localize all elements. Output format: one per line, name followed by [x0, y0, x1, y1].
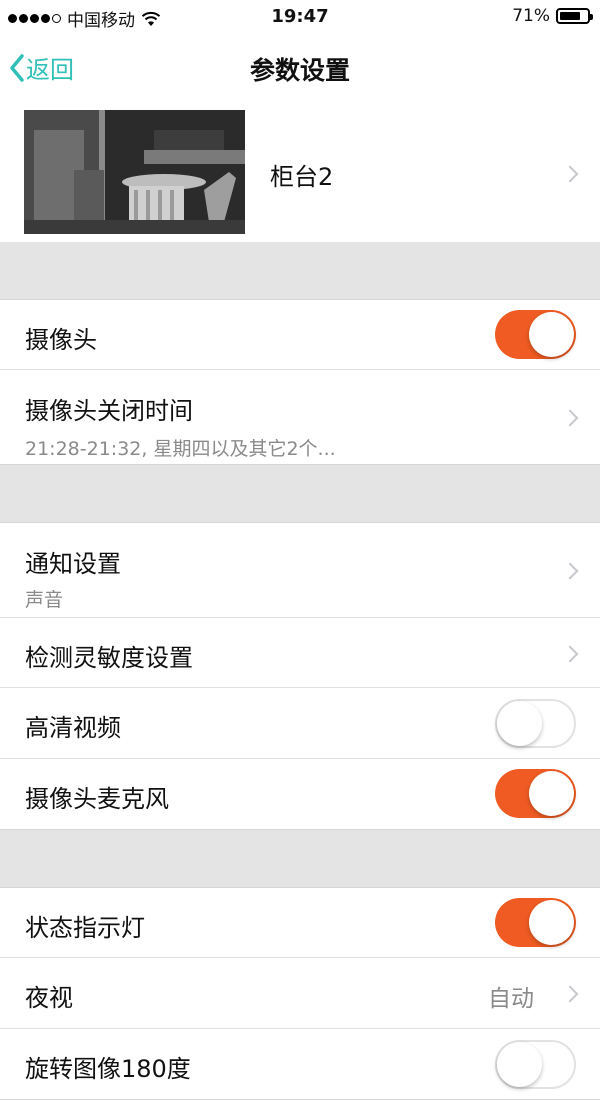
section-gap — [0, 830, 600, 887]
status-right: 71% — [512, 6, 593, 26]
sensitivity-label: 检测灵敏度设置 — [25, 644, 193, 672]
battery-percent: 71% — [512, 6, 550, 26]
hd-video-label: 高清视频 — [25, 714, 121, 742]
notification-settings-label: 通知设置 — [25, 550, 121, 578]
notification-settings-sub: 声音 — [25, 589, 64, 611]
camera-off-time-schedule: 21:28-21:32, 星期四以及其它2个... — [25, 438, 336, 460]
section-gap — [0, 465, 600, 522]
status-light-row: 状态指示灯 — [0, 888, 600, 958]
chevron-right-icon — [561, 409, 579, 427]
sensitivity-row[interactable]: 检测灵敏度设置 — [0, 618, 600, 688]
status-light-label: 状态指示灯 — [25, 914, 145, 942]
night-vision-label: 夜视 — [25, 984, 73, 1012]
camera-toggle[interactable] — [495, 310, 576, 359]
camera-label: 摄像头 — [25, 326, 97, 354]
status-bar: 中国移动 19:47 71% — [0, 0, 600, 34]
chevron-right-icon — [561, 562, 579, 580]
camera-off-time-row[interactable]: 摄像头关闭时间 21:28-21:32, 星期四以及其它2个... — [0, 370, 600, 464]
device-options-section: 状态指示灯 夜视 自动 旋转图像180度 — [0, 887, 600, 1100]
chevron-right-icon — [561, 645, 579, 663]
page-title: 参数设置 — [249, 56, 350, 85]
camera-mic-row: 摄像头麦克风 — [0, 759, 600, 829]
device-name: 柜台2 — [270, 163, 334, 191]
status-light-toggle[interactable] — [495, 898, 576, 947]
notification-settings-row[interactable]: 通知设置 声音 — [0, 523, 600, 618]
hd-video-toggle[interactable] — [495, 699, 576, 748]
rotate-image-row: 旋转图像180度 — [0, 1029, 600, 1099]
night-vision-value: 自动 — [488, 986, 534, 1012]
night-vision-row[interactable]: 夜视 自动 — [0, 958, 600, 1029]
camera-section: 摄像头 摄像头关闭时间 21:28-21:32, 星期四以及其它2个... — [0, 299, 600, 465]
chevron-right-icon — [561, 985, 579, 1003]
camera-mic-toggle[interactable] — [495, 769, 576, 818]
camera-snapshot-image — [24, 110, 245, 234]
navigation-bar: 返回 参数设置 — [0, 34, 600, 102]
hd-video-row: 高清视频 — [0, 688, 600, 759]
camera-off-time-label: 摄像头关闭时间 — [25, 397, 193, 425]
section-gap — [0, 242, 600, 299]
general-section: 通知设置 声音 检测灵敏度设置 高清视频 摄像头麦克风 — [0, 522, 600, 830]
clock: 19:47 — [271, 6, 329, 27]
battery-icon — [556, 8, 593, 24]
camera-thumbnail — [24, 110, 245, 234]
device-row[interactable]: 柜台2 — [0, 102, 600, 242]
camera-mic-label: 摄像头麦克风 — [25, 785, 169, 813]
rotate-image-toggle[interactable] — [495, 1040, 576, 1089]
camera-row: 摄像头 — [0, 300, 600, 370]
chevron-right-icon — [561, 165, 579, 183]
